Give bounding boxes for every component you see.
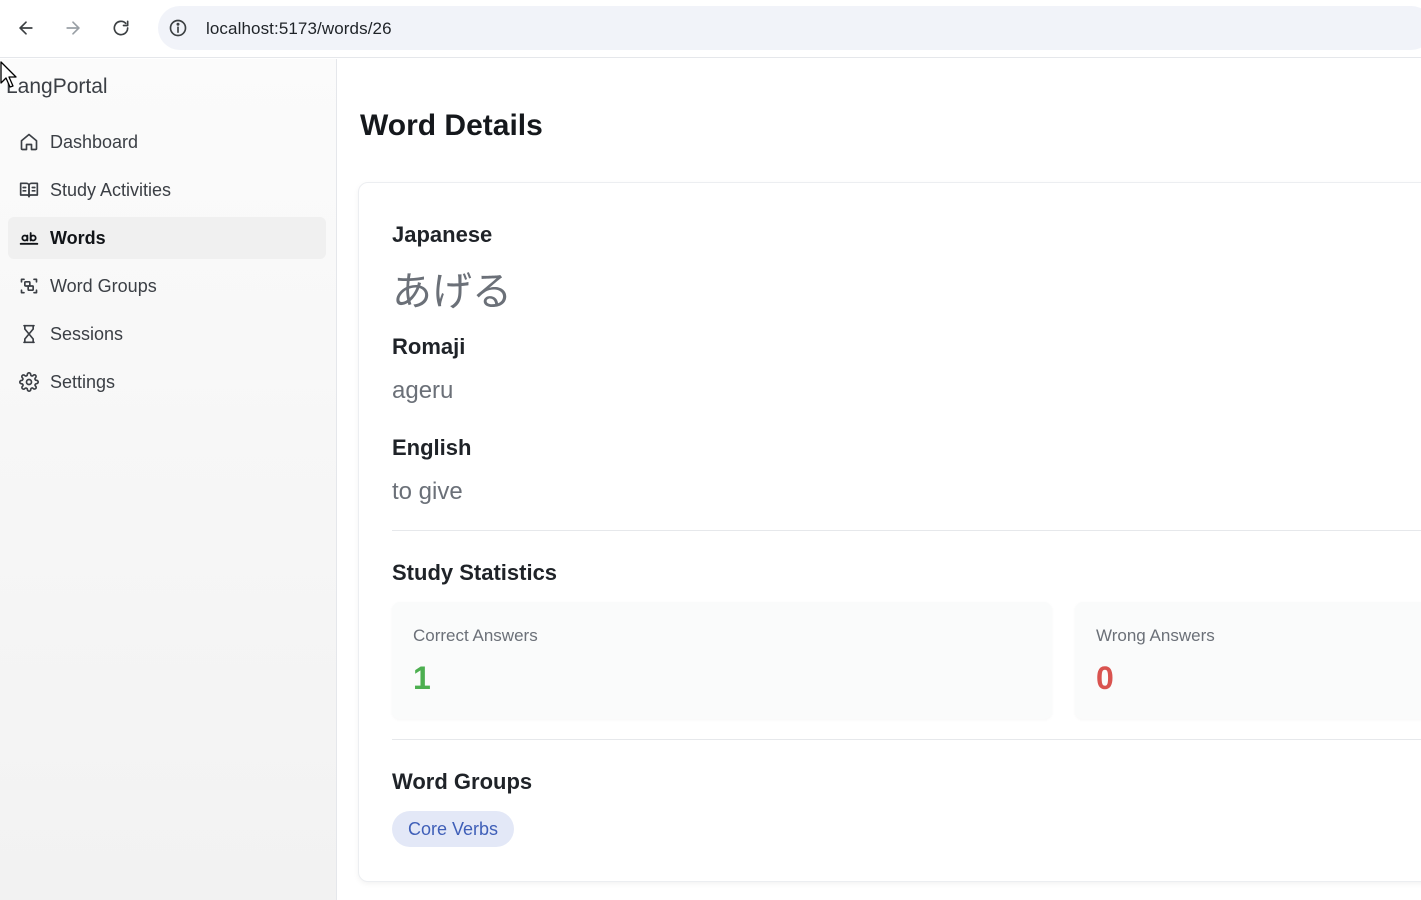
sidebar-item-word-groups[interactable]: Word Groups — [8, 265, 326, 307]
sidebar-item-label: Sessions — [50, 323, 124, 344]
wrong-answers-stat: Wrong Answers 0 — [1075, 602, 1421, 719]
whole-word-icon — [18, 227, 40, 249]
romaji-value: ageru — [392, 377, 454, 404]
divider — [392, 530, 1421, 531]
word-details-card: Japanese あげる Romaji ageru English to giv… — [358, 182, 1421, 882]
sidebar-nav: Dashboard Study Activities Words Word Gr… — [8, 121, 326, 409]
sidebar-item-settings[interactable]: Settings — [8, 361, 326, 403]
sidebar-item-label: Word Groups — [50, 275, 157, 296]
arrow-left-icon — [19, 21, 33, 35]
sidebar-item-words[interactable]: Words — [8, 217, 326, 259]
sidebar-item-label: Study Activities — [50, 179, 172, 200]
correct-answers-label: Correct Answers — [413, 626, 538, 645]
group-icon — [18, 275, 40, 297]
sidebar: LangPortal Dashboard Study Activities Wo… — [0, 59, 337, 900]
back-button[interactable] — [12, 14, 40, 42]
correct-answers-value: 1 — [413, 660, 431, 696]
address-bar[interactable]: localhost:5173/words/26 — [158, 6, 1421, 50]
reload-icon — [113, 20, 129, 36]
reload-button[interactable] — [107, 14, 135, 42]
wrong-answers-label: Wrong Answers — [1096, 626, 1215, 645]
info-icon[interactable] — [168, 18, 188, 38]
sidebar-item-label: Words — [50, 227, 106, 248]
main-content: Word Details Japanese あげる Romaji ageru E… — [338, 59, 1421, 900]
wrong-answers-value: 0 — [1096, 660, 1114, 696]
word-groups-heading: Word Groups — [392, 769, 533, 794]
english-value: to give — [392, 478, 463, 505]
home-icon — [18, 131, 40, 153]
japanese-value: あげる — [392, 269, 512, 315]
divider — [392, 739, 1421, 740]
page-title: Word Details — [360, 109, 543, 142]
sidebar-item-label: Dashboard — [50, 131, 139, 152]
browser-toolbar: localhost:5173/words/26 — [0, 0, 1421, 58]
url-text[interactable]: localhost:5173/words/26 — [206, 19, 392, 39]
forward-button[interactable] — [59, 14, 87, 42]
correct-answers-stat: Correct Answers 1 — [392, 602, 1052, 719]
word-group-chip[interactable]: Core Verbs — [392, 811, 515, 847]
romaji-label: Romaji — [392, 334, 466, 359]
sidebar-item-label: Settings — [50, 371, 116, 392]
arrow-right-icon — [66, 21, 80, 35]
gear-icon — [18, 371, 40, 393]
brand-logo-text[interactable]: LangPortal — [6, 75, 108, 99]
japanese-label: Japanese — [392, 222, 493, 247]
study-statistics-heading: Study Statistics — [392, 560, 558, 585]
sidebar-item-study-activities[interactable]: Study Activities — [8, 169, 326, 211]
english-label: English — [392, 435, 472, 460]
hourglass-icon — [18, 323, 40, 345]
sidebar-item-sessions[interactable]: Sessions — [8, 313, 326, 355]
sidebar-item-dashboard[interactable]: Dashboard — [8, 121, 326, 163]
book-open-icon — [18, 179, 40, 201]
mouse-cursor-icon — [0, 61, 17, 88]
